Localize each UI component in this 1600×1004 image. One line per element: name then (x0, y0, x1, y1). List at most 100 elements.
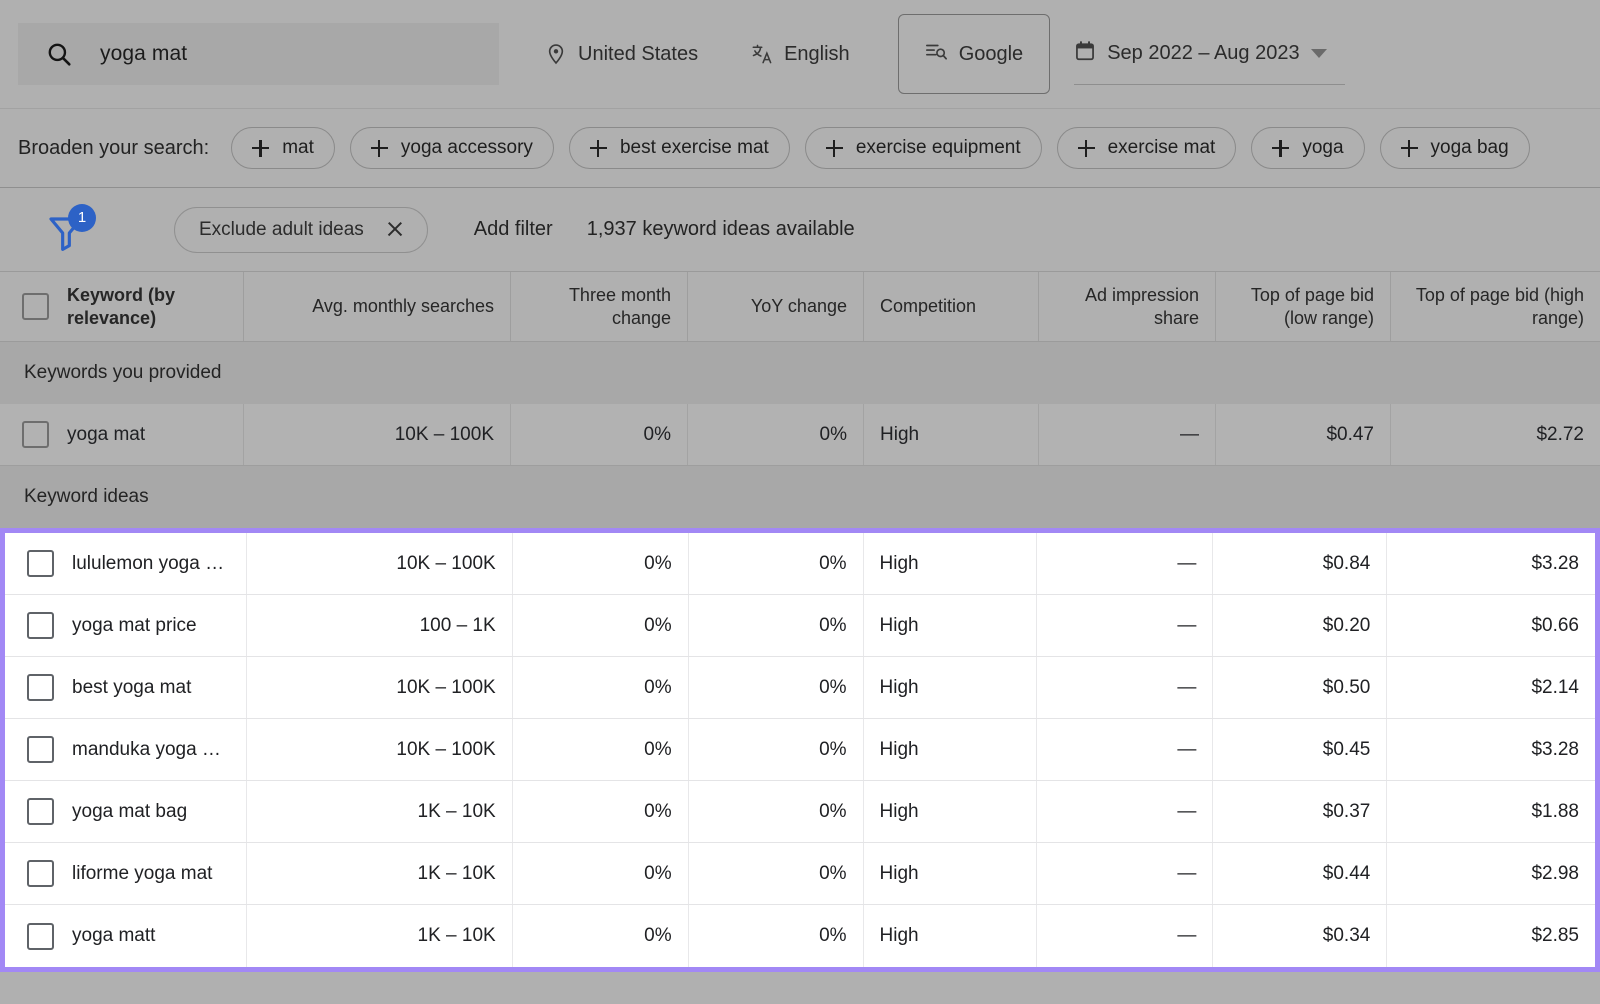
cell-value: $2.72 (1536, 423, 1584, 445)
date-range-selector[interactable]: Sep 2022 – Aug 2023 (1074, 23, 1345, 85)
cell-value: 10K – 100K (396, 738, 496, 760)
cell-ad-impression-share: — (1036, 719, 1212, 780)
table-header-row: Keyword (by relevance) Avg. monthly sear… (0, 272, 1600, 342)
add-filter-button[interactable]: Add filter (474, 218, 553, 241)
cell-bid-low: $0.20 (1212, 595, 1386, 656)
row-checkbox[interactable] (27, 860, 54, 887)
cell-value: 0% (819, 614, 847, 636)
cell-bid-high: $3.28 (1386, 719, 1595, 780)
table-row[interactable]: yoga mat 10K – 100K 0% 0% High — $0.47 $2.72 (0, 404, 1600, 466)
search-input[interactable]: yoga mat (18, 23, 499, 85)
active-filter-chip[interactable]: Exclude adult ideas (174, 206, 428, 253)
cell-ad-impression-share: — (1036, 533, 1212, 594)
cell-competition: High (862, 905, 1037, 967)
cell-value: — (1177, 862, 1197, 884)
cell-bid-high: $2.98 (1386, 843, 1595, 904)
keyword-text: yoga mat price (72, 614, 197, 636)
header-cell-ad-impression-share[interactable]: Ad impression share (1038, 272, 1215, 341)
search-network-selector[interactable]: Google (897, 14, 1051, 94)
header-cell-bid-low[interactable]: Top of page bid (low range) (1215, 272, 1390, 341)
broaden-chip-label: best exercise mat (619, 137, 769, 158)
plus-icon (1077, 139, 1095, 157)
cell-value: High (880, 423, 920, 445)
translate-icon (751, 43, 773, 65)
cell-value: 0% (644, 552, 672, 574)
header-cell-bid-high[interactable]: Top of page bid (high range) (1390, 272, 1600, 341)
cell-bid-high: $1.88 (1386, 781, 1595, 842)
broaden-chip[interactable]: exercise mat (1056, 127, 1237, 169)
keyword-text: yoga mat (67, 423, 146, 445)
cell-ad-impression-share: — (1036, 781, 1212, 842)
broaden-chip[interactable]: exercise equipment (804, 127, 1042, 169)
broaden-chip[interactable]: mat (231, 127, 335, 169)
row-checkbox[interactable] (27, 674, 54, 701)
table-row[interactable]: lululemon yoga … 10K – 100K 0% 0% High — $0.84… (5, 533, 1595, 595)
table-section-header: Keyword ideas (0, 466, 1600, 528)
header-cell-keyword[interactable]: Keyword (by relevance) (0, 272, 243, 341)
header-cell-avg-monthly-searches[interactable]: Avg. monthly searches (243, 272, 510, 341)
cell-competition: High (862, 781, 1037, 842)
broaden-chip[interactable]: best exercise mat (568, 127, 790, 169)
row-checkbox[interactable] (27, 922, 54, 950)
cell-value: — (1177, 552, 1197, 574)
table-row[interactable]: yoga mat price 100 – 1K 0% 0% High — $0.20 $0.6… (5, 595, 1595, 657)
broaden-chip[interactable]: yoga bag (1379, 127, 1530, 169)
cell-ad-impression-share: — (1036, 657, 1212, 718)
cell-keyword: best yoga mat (5, 657, 246, 718)
cell-value: $0.20 (1322, 614, 1371, 636)
cell-ad-impression-share: — (1036, 843, 1212, 904)
language-selector[interactable]: English (751, 43, 850, 66)
table-row[interactable]: liforme yoga mat 1K – 10K 0% 0% High — $0.44 $2… (5, 843, 1595, 905)
cell-keyword: yoga mat bag (5, 781, 246, 842)
cell-value: 100 – 1K (419, 614, 496, 636)
close-icon[interactable] (386, 221, 403, 238)
plus-icon (1400, 139, 1418, 157)
keyword-text: yoga matt (72, 925, 156, 946)
location-selector[interactable]: United States (545, 43, 698, 66)
header-cell-competition[interactable]: Competition (863, 272, 1038, 341)
cell-three-month-change: 0% (511, 905, 688, 967)
table-row[interactable]: yoga matt 1K – 10K 0% 0% High — $0.34 $2.85 (5, 905, 1595, 967)
broaden-chip[interactable]: yoga accessory (349, 127, 554, 169)
table-row[interactable]: manduka yoga … 10K – 100K 0% 0% High — $0.45 $3… (5, 719, 1595, 781)
keyword-text: liforme yoga mat (72, 862, 213, 884)
cell-three-month-change: 0% (510, 404, 687, 465)
cell-keyword: yoga mat price (5, 595, 246, 656)
row-checkbox[interactable] (27, 798, 54, 825)
filter-funnel-icon[interactable]: 1 (46, 203, 102, 254)
cell-value: $0.34 (1322, 925, 1371, 946)
table-row[interactable]: best yoga mat 10K – 100K 0% 0% High — $0.50 $2.… (5, 657, 1595, 719)
cell-value: 0% (819, 862, 847, 884)
row-checkbox[interactable] (27, 736, 54, 763)
table-row[interactable]: yoga mat bag 1K – 10K 0% 0% High — $0.37 $1.88 (5, 781, 1595, 843)
header-label-keyword: Keyword (by relevance) (67, 285, 176, 328)
row-checkbox[interactable] (27, 550, 54, 577)
header-cell-yoy-change[interactable]: YoY change (687, 272, 863, 341)
cell-value: 0% (644, 614, 672, 636)
keyword-text: best yoga mat (72, 676, 192, 698)
keyword-text: yoga mat bag (72, 800, 188, 822)
cell-three-month-change: 0% (511, 595, 688, 656)
cell-keyword: yoga matt (5, 905, 246, 967)
cell-bid-low: $0.34 (1212, 905, 1386, 967)
cell-bid-high: $2.85 (1386, 905, 1595, 967)
cell-avg-monthly-searches: 10K – 100K (246, 533, 511, 594)
cell-value: High (879, 676, 919, 698)
keyword-rows-block: yoga mat 10K – 100K 0% 0% High — $0.47 $2.72 (0, 404, 1600, 466)
broaden-chip[interactable]: yoga (1251, 127, 1365, 169)
cell-value: $0.47 (1326, 423, 1374, 445)
search-query-text: yoga mat (100, 42, 188, 65)
cell-keyword: manduka yoga … (5, 719, 246, 780)
cell-avg-monthly-searches: 1K – 10K (246, 843, 511, 904)
keyword-ideas-count: 1,937 keyword ideas available (586, 218, 855, 240)
broaden-chip-label: mat (282, 137, 314, 158)
filter-bar: 1 Exclude adult ideas Add filter 1,937 k… (0, 188, 1600, 272)
header-cell-three-month-change[interactable]: Three month change (510, 272, 687, 341)
cell-value: $0.66 (1531, 614, 1579, 636)
cell-value: — (1177, 925, 1197, 946)
select-all-checkbox[interactable] (22, 293, 49, 320)
chevron-down-icon[interactable] (1310, 49, 1327, 58)
cell-value: — (1177, 676, 1197, 698)
row-checkbox[interactable] (22, 421, 49, 448)
row-checkbox[interactable] (27, 612, 54, 639)
